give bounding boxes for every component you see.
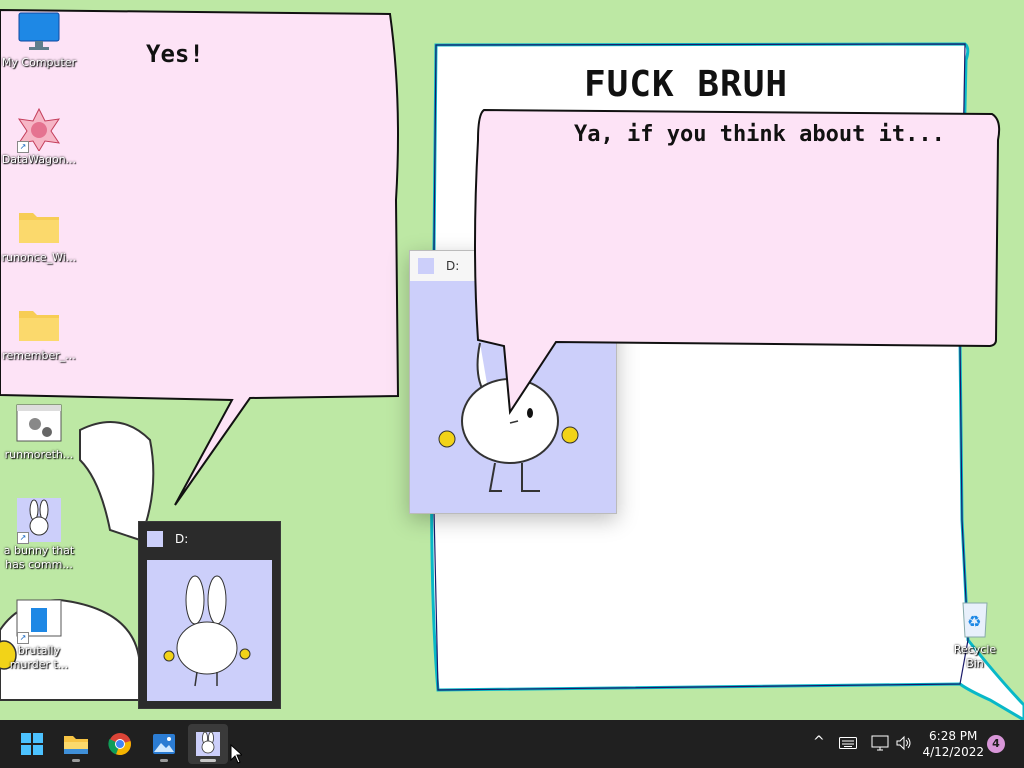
clock[interactable]: 6:28 PM 4/12/2022 [922,728,984,760]
running-indicator [200,759,216,762]
desktop-icon-label: DataWagon... [1,153,77,166]
photos-icon [153,734,175,754]
monitor-icon [15,10,63,54]
file-explorer-icon [64,736,88,754]
shortcut-arrow-icon: ↗ [17,141,29,153]
desktop-icon-datawagon[interactable]: ↗ DataWagon... [0,107,78,167]
start-button[interactable] [12,724,52,764]
window-title: D: [446,259,460,273]
running-indicator [160,759,168,762]
show-hidden-icons-chevron-icon[interactable]: ^ [813,734,825,750]
bunny-icon: ↗ [15,498,63,544]
desktop-icon-my-computer[interactable]: My Computer [0,10,78,70]
desktop-icon-label: brutally murder t... [9,644,69,671]
folder-icon [15,205,63,249]
desktop-icon-label: My Computer [1,56,77,69]
desktop-icon-recycle-bin[interactable]: ♻ Recycle Bin [944,597,1006,671]
clock-time: 6:28 PM [929,729,978,743]
chrome-icon [108,733,131,756]
desktop-icon-label: runmoreth... [4,448,74,461]
thumbnail-titlebar: D: [139,522,280,556]
bunny-app-icon [196,732,220,756]
desktop-icon-label: runonce_Wi... [1,251,77,264]
taskbar-chrome[interactable] [100,724,140,764]
right-bubble-text: Ya, if you think about it... [574,122,945,147]
notification-badge[interactable]: 4 [987,735,1005,753]
taskbar: ^ 6:28 PM 4/12/2022 [0,720,1024,768]
desktop-icon-brutally[interactable]: ↗ brutally murder t... [0,598,78,672]
network-icon[interactable] [871,735,889,751]
desktop-icon-remember[interactable]: remember_... [0,303,78,363]
taskbar-thumbnail-preview[interactable]: D: [138,521,281,709]
folder-icon [15,303,63,347]
left-bubble-text: Yes! [146,40,204,68]
app-window-icon: ↗ [15,598,63,644]
start-icon [21,733,43,755]
big-title-text: FUCK BRUH [584,64,789,105]
desktop-icon-label: a bunny that has comm... [3,544,75,571]
volume-icon[interactable] [895,735,913,751]
recycle-bin-label: Recycle Bin [953,643,997,670]
thumbnail-title: D: [175,532,189,546]
clock-date: 4/12/2022 [922,745,984,759]
desktop-icon-bunny[interactable]: ↗ a bunny that has comm... [0,498,78,572]
bunny-app-icon [418,258,434,274]
shortcut-arrow-icon: ↗ [17,632,29,644]
desktop-icon-label: remember_... [2,349,76,362]
recycle-bin-icon: ♻ [955,597,995,641]
bunny-app-icon [147,531,163,547]
mouse-cursor-icon [230,744,242,764]
shortcut-arrow-icon: ↗ [17,532,29,544]
running-indicator [72,759,80,762]
datawagon-icon: ↗ [15,107,63,153]
desktop-icon-runmoreth[interactable]: runmoreth... [0,402,78,462]
desktop-icon-runonce[interactable]: runonce_Wi... [0,205,78,265]
thumbnail-image [147,560,272,701]
taskbar-bunny-app[interactable] [188,724,228,764]
right-pink-bubble [474,108,1001,415]
settings-app-icon [15,402,63,446]
taskbar-file-explorer[interactable] [56,724,96,764]
keyboard-icon[interactable] [839,737,857,749]
svg-text:♻: ♻ [967,612,981,631]
taskbar-photos[interactable] [144,724,184,764]
